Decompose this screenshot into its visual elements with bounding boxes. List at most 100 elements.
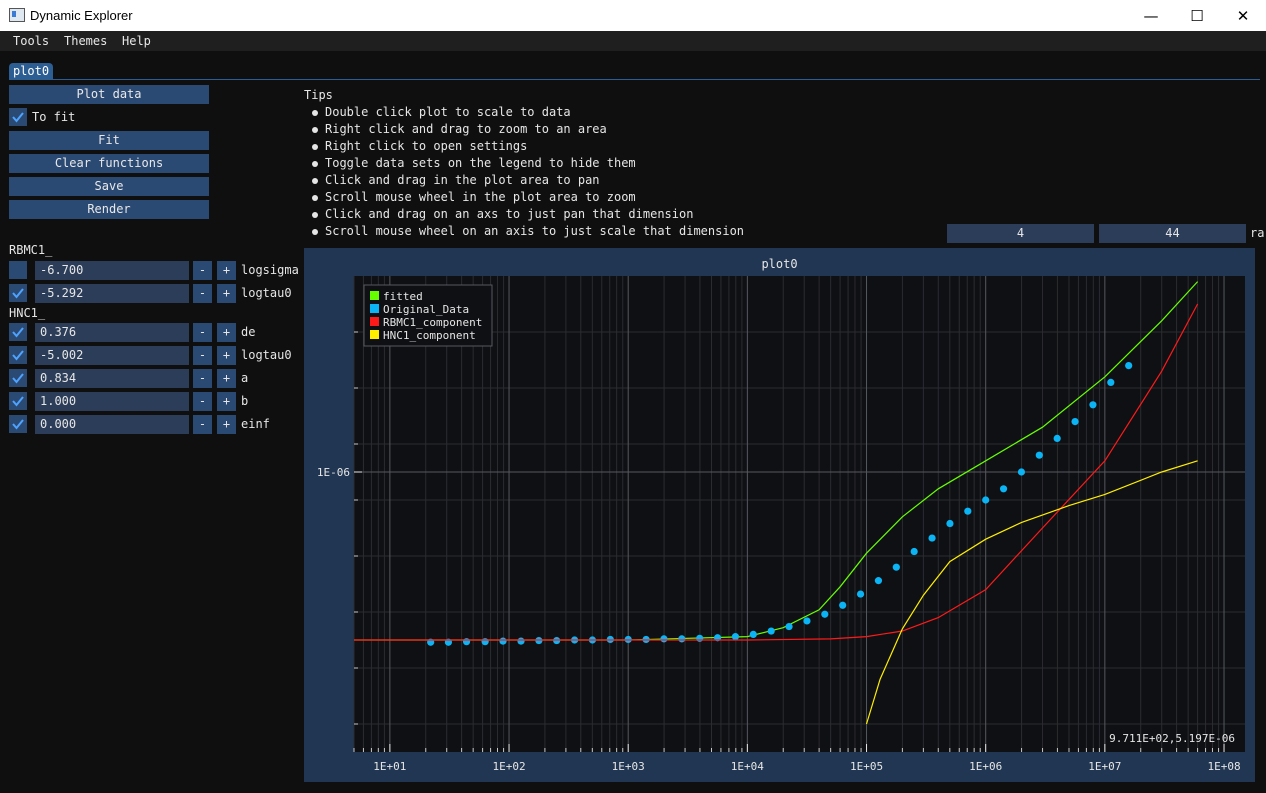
value-input-a[interactable]: 4 bbox=[947, 224, 1094, 243]
checkmark-icon bbox=[12, 112, 24, 123]
param-plus-button[interactable]: + bbox=[217, 346, 236, 365]
data-point bbox=[1071, 418, 1079, 426]
param-checkbox-b[interactable] bbox=[9, 392, 27, 410]
menu-tools[interactable]: Tools bbox=[13, 34, 49, 48]
menu-themes[interactable]: Themes bbox=[64, 34, 107, 48]
checkmark-icon bbox=[12, 350, 24, 361]
to-fit-label: To fit bbox=[32, 110, 76, 124]
menu-bar: Tools Themes Help bbox=[0, 31, 1266, 51]
tip-bullet bbox=[312, 161, 318, 167]
tip-item: Scroll mouse wheel on an axis to just sc… bbox=[325, 224, 745, 238]
data-point bbox=[982, 496, 990, 504]
param-value-b[interactable]: 1.000 bbox=[35, 392, 189, 411]
maximize-button[interactable]: ☐ bbox=[1174, 0, 1220, 31]
fit-button[interactable]: Fit bbox=[9, 131, 209, 150]
plot-panel[interactable]: plot0 1E+01 1E+02 1E+03 1E+04 1E+05 1E+06 1E+0… bbox=[304, 248, 1255, 782]
tab-plot0[interactable]: plot0 bbox=[9, 63, 53, 80]
plot-data-button[interactable]: Plot data bbox=[9, 85, 209, 104]
param-name-logtau0: logtau0 bbox=[241, 348, 292, 362]
param-checkbox-de[interactable] bbox=[9, 323, 27, 341]
param-minus-button[interactable]: - bbox=[193, 261, 212, 280]
param-minus-button[interactable]: - bbox=[193, 415, 212, 434]
param-checkbox-a[interactable] bbox=[9, 369, 27, 387]
legend[interactable]: fittedOriginal_DataRBMC1_componentHNC1_c… bbox=[363, 284, 493, 347]
plot-canvas[interactable]: 1E+01 1E+02 1E+03 1E+04 1E+05 1E+06 1E+07 1E+08… bbox=[304, 248, 1255, 782]
param-plus-button[interactable]: + bbox=[217, 415, 236, 434]
menu-help[interactable]: Help bbox=[122, 34, 151, 48]
param-checkbox-logsigma[interactable] bbox=[9, 261, 27, 279]
x-tick-label: 1E+08 bbox=[1207, 760, 1240, 773]
value-input-b[interactable]: 44 bbox=[1099, 224, 1246, 243]
to-fit-checkbox[interactable] bbox=[9, 108, 27, 126]
x-tick-label: 1E+06 bbox=[969, 760, 1002, 773]
tips-title: Tips bbox=[304, 88, 333, 102]
data-point bbox=[856, 590, 865, 598]
data-point bbox=[1089, 401, 1097, 409]
param-plus-button[interactable]: + bbox=[217, 323, 236, 342]
param-value-logtau0[interactable]: -5.292 bbox=[35, 284, 189, 303]
data-point bbox=[1053, 434, 1061, 442]
data-point bbox=[839, 601, 847, 609]
tip-item: Toggle data sets on the legend to hide t… bbox=[325, 156, 636, 170]
clear-functions-button[interactable]: Clear functions bbox=[9, 154, 209, 173]
window-title: Dynamic Explorer bbox=[30, 8, 133, 23]
param-plus-button[interactable]: + bbox=[217, 261, 236, 280]
minimize-button[interactable]: — bbox=[1128, 0, 1174, 31]
plot-area bbox=[354, 276, 1245, 752]
tip-item: Right click to open settings bbox=[325, 139, 528, 153]
tip-bullet bbox=[312, 195, 318, 201]
legend-swatch bbox=[370, 304, 379, 313]
param-minus-button[interactable]: - bbox=[193, 323, 212, 342]
checkmark-icon bbox=[12, 373, 24, 384]
data-point bbox=[731, 633, 740, 641]
data-point bbox=[696, 634, 704, 642]
tip-bullet bbox=[312, 127, 318, 133]
save-button[interactable]: Save bbox=[9, 177, 209, 196]
param-checkbox-einf[interactable] bbox=[9, 415, 27, 433]
data-point bbox=[803, 617, 811, 625]
data-point bbox=[517, 637, 525, 645]
param-value-de[interactable]: 0.376 bbox=[35, 323, 189, 342]
param-checkbox-logtau0[interactable] bbox=[9, 346, 27, 364]
legend-entry[interactable]: RBMC1_component bbox=[383, 316, 482, 329]
tip-item: Click and drag in the plot area to pan bbox=[325, 173, 600, 187]
param-value-a[interactable]: 0.834 bbox=[35, 369, 189, 388]
legend-entry[interactable]: fitted bbox=[383, 290, 423, 303]
close-button[interactable]: ✕ bbox=[1220, 0, 1266, 31]
tip-bullet bbox=[312, 110, 318, 116]
param-plus-button[interactable]: + bbox=[217, 284, 236, 303]
tip-item: Scroll mouse wheel in the plot area to z… bbox=[325, 190, 636, 204]
checkmark-icon bbox=[12, 396, 24, 407]
tip-item: Double click plot to scale to data bbox=[325, 105, 571, 119]
data-point bbox=[892, 563, 900, 571]
x-tick-label: 1E+01 bbox=[373, 760, 406, 773]
x-tick-label: 1E+07 bbox=[1088, 760, 1121, 773]
tip-bullet bbox=[312, 178, 318, 184]
param-name-de: de bbox=[241, 325, 256, 339]
param-minus-button[interactable]: - bbox=[193, 346, 212, 365]
param-minus-button[interactable]: - bbox=[193, 284, 212, 303]
tip-item: Click and drag on an axs to just pan tha… bbox=[325, 207, 694, 221]
data-point bbox=[749, 630, 757, 638]
param-minus-button[interactable]: - bbox=[193, 369, 212, 388]
coordinate-readout: 9.711E+02,5.197E-06 bbox=[1109, 732, 1235, 745]
param-name-b: b bbox=[241, 394, 249, 408]
data-point bbox=[481, 638, 489, 646]
param-minus-button[interactable]: - bbox=[193, 392, 212, 411]
tip-bullet bbox=[312, 144, 318, 150]
legend-swatch bbox=[370, 291, 379, 300]
data-point bbox=[462, 638, 471, 646]
legend-swatch bbox=[370, 330, 379, 339]
param-plus-button[interactable]: + bbox=[217, 369, 236, 388]
param-checkbox-logtau0[interactable] bbox=[9, 284, 27, 302]
param-value-logsigma[interactable]: -6.700 bbox=[35, 261, 189, 280]
tab-underline bbox=[9, 79, 1260, 80]
param-name-a: a bbox=[241, 371, 249, 385]
param-value-einf[interactable]: 0.000 bbox=[35, 415, 189, 434]
param-plus-button[interactable]: + bbox=[217, 392, 236, 411]
param-value-logtau0[interactable]: -5.002 bbox=[35, 346, 189, 365]
app-icon bbox=[9, 8, 25, 22]
render-button[interactable]: Render bbox=[9, 200, 209, 219]
legend-entry[interactable]: Original_Data bbox=[383, 303, 469, 316]
legend-entry[interactable]: HNC1_component bbox=[383, 329, 476, 342]
